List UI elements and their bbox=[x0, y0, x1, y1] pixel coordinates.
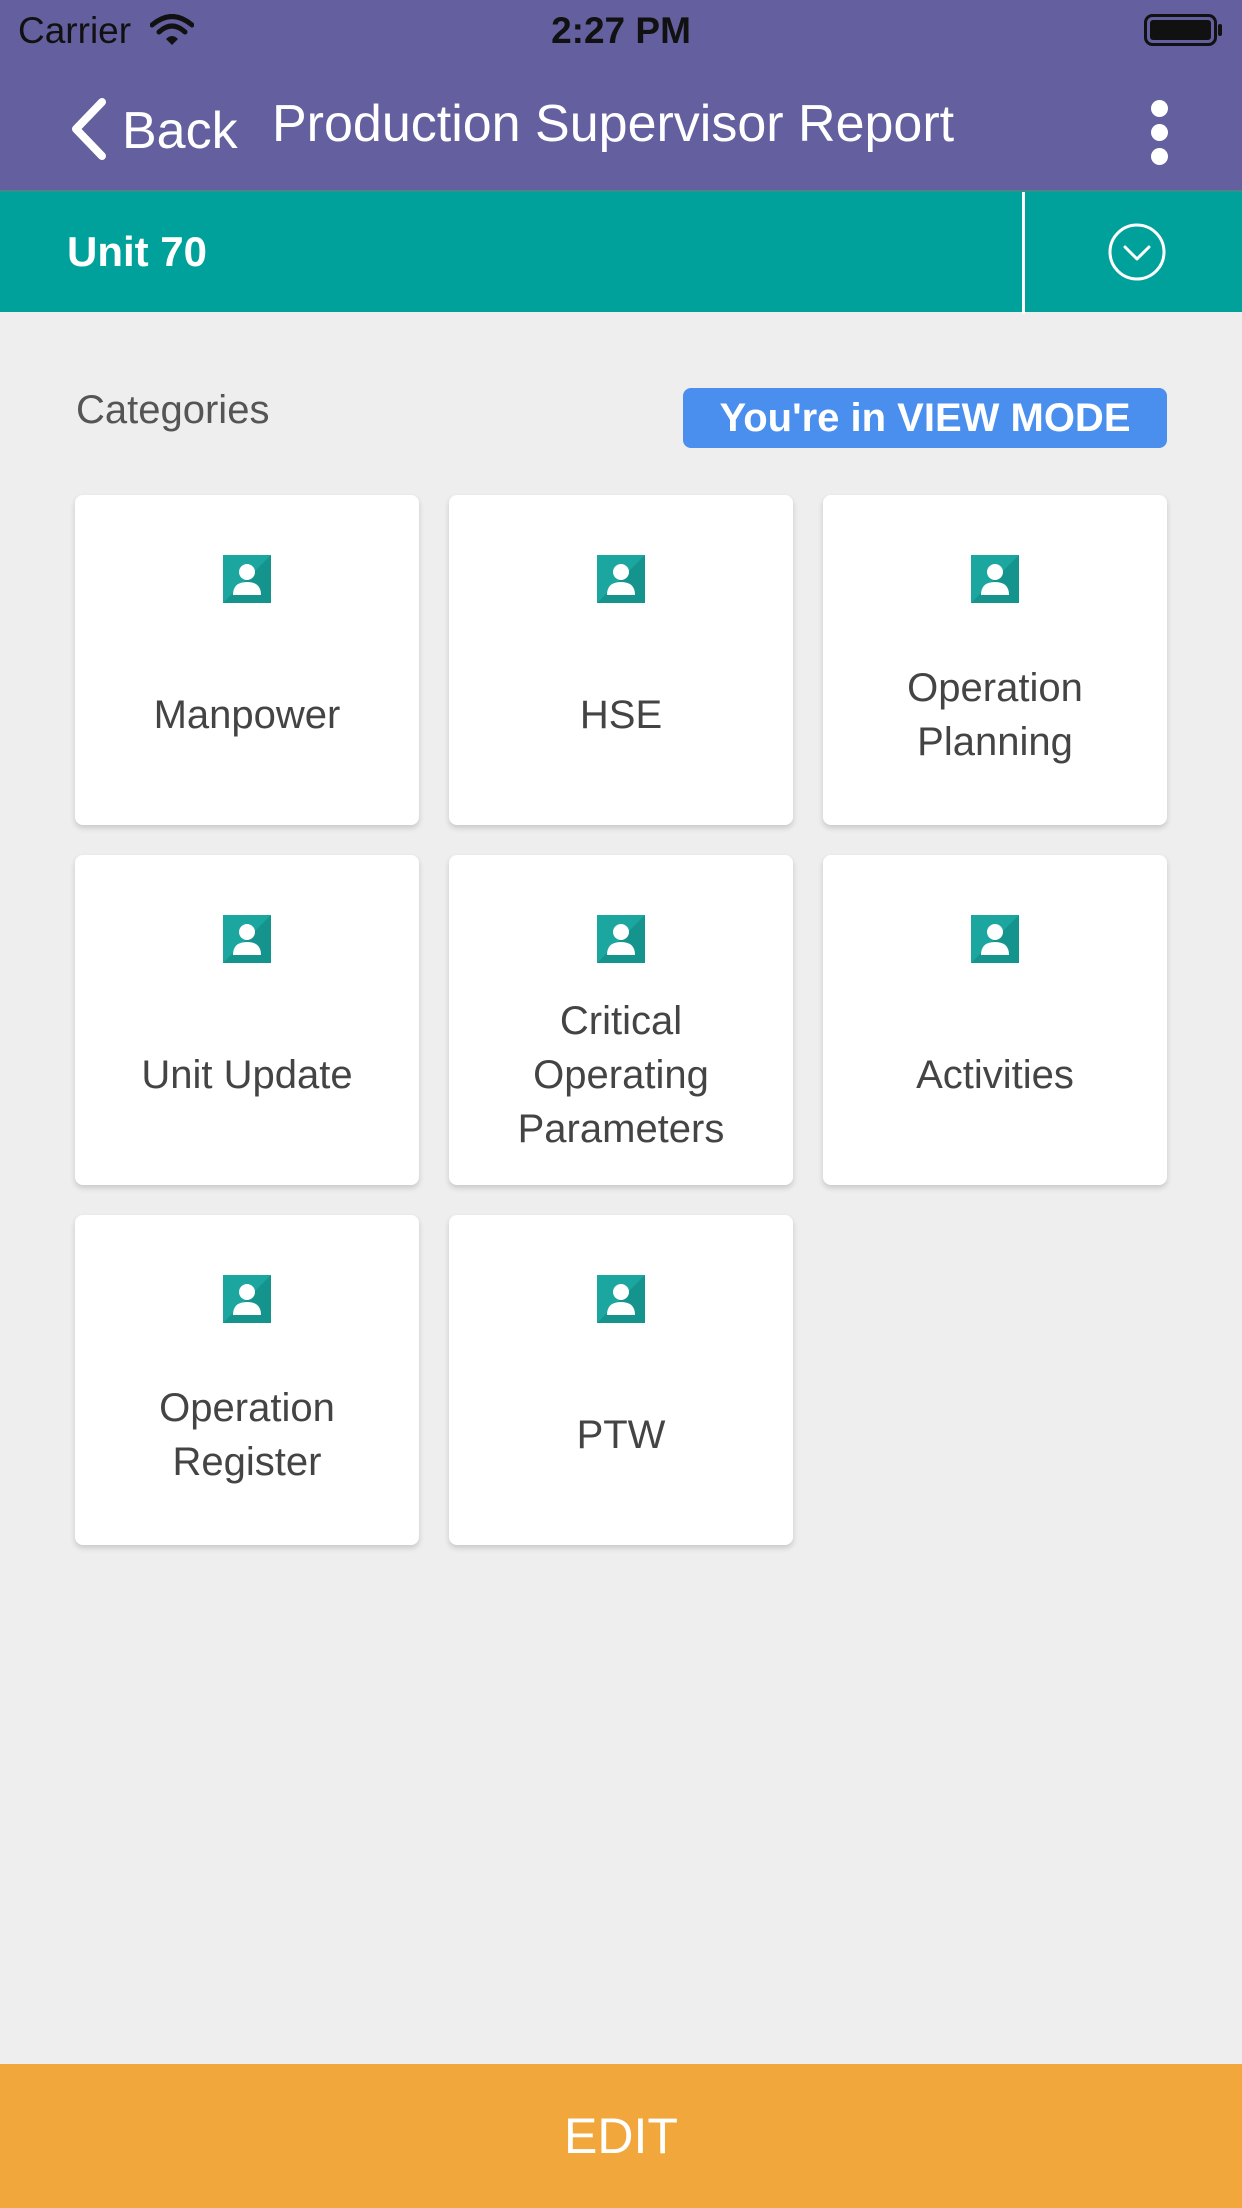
battery-icon bbox=[1144, 14, 1224, 51]
unit-name: Unit 70 bbox=[67, 228, 208, 275]
page-title: Production Supervisor Report bbox=[272, 95, 955, 153]
person-icon bbox=[971, 555, 1019, 603]
category-tile-manpower[interactable]: Manpower bbox=[75, 495, 419, 825]
person-icon bbox=[223, 555, 271, 603]
person-icon bbox=[223, 1275, 271, 1323]
unit-selector-bar[interactable]: Unit 70 bbox=[0, 190, 1242, 314]
category-tile-critical-operating-parameters[interactable]: Critical Operating Parameters bbox=[449, 855, 793, 1185]
categories-heading: Categories bbox=[76, 388, 270, 432]
tile-label: Manpower bbox=[153, 693, 341, 737]
more-menu-button[interactable] bbox=[1148, 100, 1170, 166]
category-tile-operation-planning[interactable]: Operation Planning bbox=[823, 495, 1167, 825]
category-tile-hse[interactable]: HSE bbox=[449, 495, 793, 825]
person-icon bbox=[597, 1275, 645, 1323]
tile-label: Critical Operating Parameters bbox=[517, 999, 725, 1151]
tile-label: Unit Update bbox=[141, 1053, 353, 1097]
unit-divider bbox=[1022, 192, 1025, 314]
tile-label: Operation Planning bbox=[907, 666, 1083, 764]
category-tile-ptw[interactable]: PTW bbox=[449, 1215, 793, 1545]
more-dot-icon bbox=[1150, 148, 1168, 165]
status-time: 2:27 PM bbox=[551, 10, 691, 51]
more-dot-icon bbox=[1150, 100, 1168, 117]
tile-label: PTW bbox=[576, 1413, 666, 1457]
chevron-left-icon bbox=[68, 97, 108, 165]
nav-bar: Carrier 2:27 PM Back Production Supervis… bbox=[0, 0, 1242, 190]
tile-label: Operation Register bbox=[159, 1386, 335, 1484]
unit-dropdown-button[interactable] bbox=[1107, 222, 1167, 282]
more-dot-icon bbox=[1150, 124, 1168, 141]
category-tile-operation-register[interactable]: Operation Register bbox=[75, 1215, 419, 1545]
tile-label: HSE bbox=[579, 693, 663, 737]
category-tile-activities[interactable]: Activities bbox=[823, 855, 1167, 1185]
chevron-down-circle-icon bbox=[1108, 223, 1166, 281]
person-icon bbox=[597, 915, 645, 963]
category-tile-unit-update[interactable]: Unit Update bbox=[75, 855, 419, 1185]
person-icon bbox=[597, 555, 645, 603]
view-mode-badge: You're in VIEW MODE bbox=[683, 388, 1167, 448]
screen: Carrier 2:27 PM Back Production Supervis… bbox=[0, 0, 1242, 2208]
person-icon bbox=[971, 915, 1019, 963]
tile-label: Activities bbox=[916, 1053, 1074, 1097]
edit-button[interactable]: EDIT bbox=[0, 2064, 1242, 2208]
back-label: Back bbox=[122, 102, 238, 160]
person-icon bbox=[223, 915, 271, 963]
back-button[interactable]: Back bbox=[68, 96, 238, 166]
